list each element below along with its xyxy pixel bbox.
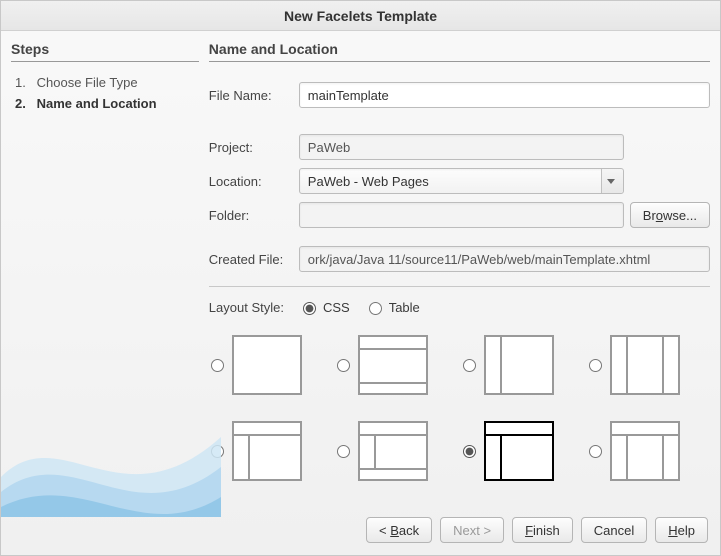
layout-thumb-blank bbox=[232, 335, 302, 395]
layout-style-css[interactable]: CSS bbox=[298, 299, 350, 315]
layout-radio[interactable] bbox=[211, 359, 224, 372]
button-bar: < Back Next > Finish Cancel Help bbox=[1, 507, 720, 555]
decorative-wave-graphic bbox=[1, 357, 221, 517]
layout-radio[interactable] bbox=[463, 359, 476, 372]
row-project: Project: PaWeb bbox=[209, 134, 710, 160]
row-created-file: Created File: ork/java/Java 11/source11/… bbox=[209, 246, 710, 272]
layout-style-table-radio[interactable] bbox=[369, 302, 382, 315]
titlebar: New Facelets Template bbox=[1, 1, 720, 31]
section-heading: Name and Location bbox=[209, 41, 710, 62]
row-location: Location: PaWeb - Web Pages bbox=[209, 168, 710, 194]
chevron-down-icon bbox=[601, 169, 623, 193]
separator bbox=[209, 286, 710, 287]
layout-radio[interactable] bbox=[463, 445, 476, 458]
finish-button[interactable]: Finish bbox=[512, 517, 573, 543]
main-panel: Name and Location File Name: Project: Pa… bbox=[209, 41, 710, 507]
layout-style-table[interactable]: Table bbox=[364, 299, 420, 315]
file-name-label: File Name: bbox=[209, 88, 299, 103]
layout-option[interactable] bbox=[209, 325, 329, 405]
folder-label: Folder: bbox=[209, 208, 299, 223]
step-number: 2. bbox=[15, 96, 33, 111]
row-file-name: File Name: bbox=[209, 82, 710, 108]
browse-button[interactable]: Browse... bbox=[630, 202, 710, 228]
layout-option[interactable] bbox=[587, 325, 707, 405]
folder-field bbox=[299, 202, 624, 228]
layout-style-table-label: Table bbox=[389, 300, 420, 315]
project-value: PaWeb bbox=[308, 140, 350, 155]
created-file-label: Created File: bbox=[209, 252, 299, 267]
layout-style-css-radio[interactable] bbox=[303, 302, 316, 315]
file-name-input[interactable] bbox=[299, 82, 710, 108]
dialog-window: New Facelets Template Steps 1. Choose Fi… bbox=[0, 0, 721, 556]
step-label: Choose File Type bbox=[37, 75, 138, 90]
created-file-field: ork/java/Java 11/source11/PaWeb/web/main… bbox=[299, 246, 710, 272]
layout-option[interactable] bbox=[587, 411, 707, 491]
layout-radio[interactable] bbox=[337, 445, 350, 458]
back-button[interactable]: < Back bbox=[366, 517, 432, 543]
window-title: New Facelets Template bbox=[284, 8, 437, 24]
layout-thumb-header-left-right bbox=[610, 421, 680, 481]
created-file-value: ork/java/Java 11/source11/PaWeb/web/main… bbox=[308, 252, 651, 267]
layout-style-label: Layout Style: bbox=[209, 300, 284, 315]
project-field: PaWeb bbox=[299, 134, 624, 160]
location-label: Location: bbox=[209, 174, 299, 189]
steps-sidebar: Steps 1. Choose File Type 2. Name and Lo… bbox=[11, 41, 199, 507]
project-label: Project: bbox=[209, 140, 299, 155]
steps-heading: Steps bbox=[11, 41, 199, 62]
location-combobox[interactable]: PaWeb - Web Pages bbox=[299, 168, 624, 194]
layout-style-css-label: CSS bbox=[323, 300, 350, 315]
layout-option[interactable] bbox=[461, 411, 581, 491]
next-button: Next > bbox=[440, 517, 504, 543]
layout-thumb-left-right bbox=[610, 335, 680, 395]
form: File Name: Project: PaWeb Location: bbox=[209, 82, 710, 491]
layout-radio[interactable] bbox=[589, 359, 602, 372]
location-value: PaWeb - Web Pages bbox=[308, 174, 429, 189]
step-item: 2. Name and Location bbox=[15, 93, 199, 114]
layout-thumb-header-footer-left bbox=[358, 421, 428, 481]
dialog-content: Steps 1. Choose File Type 2. Name and Lo… bbox=[1, 31, 720, 507]
cancel-button[interactable]: Cancel bbox=[581, 517, 647, 543]
layout-thumbnails bbox=[209, 325, 710, 491]
help-button[interactable]: Help bbox=[655, 517, 708, 543]
layout-option[interactable] bbox=[335, 411, 455, 491]
step-label: Name and Location bbox=[37, 96, 157, 111]
step-item: 1. Choose File Type bbox=[15, 72, 199, 93]
layout-option[interactable] bbox=[335, 325, 455, 405]
row-folder: Folder: Browse... bbox=[209, 202, 710, 228]
layout-thumb-header-footer bbox=[358, 335, 428, 395]
row-layout-style: Layout Style: CSS Table bbox=[209, 299, 710, 315]
layout-option[interactable] bbox=[461, 325, 581, 405]
layout-thumb-header-left bbox=[232, 421, 302, 481]
layout-option[interactable] bbox=[209, 411, 329, 491]
steps-list: 1. Choose File Type 2. Name and Location bbox=[11, 72, 199, 114]
layout-radio[interactable] bbox=[211, 445, 224, 458]
step-number: 1. bbox=[15, 75, 33, 90]
layout-thumb-left bbox=[484, 335, 554, 395]
layout-radio[interactable] bbox=[589, 445, 602, 458]
layout-radio[interactable] bbox=[337, 359, 350, 372]
layout-thumb-header-left-selected bbox=[484, 421, 554, 481]
